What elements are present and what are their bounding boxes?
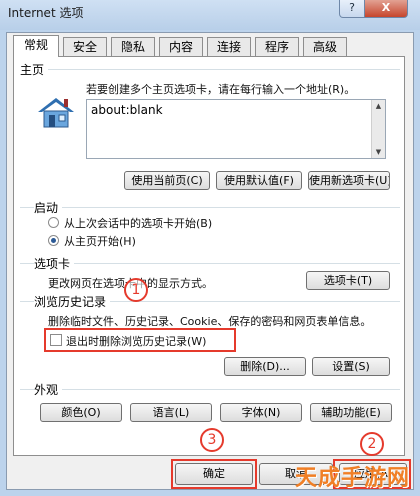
startup-last-session-radio[interactable] (48, 217, 59, 228)
tab-content[interactable]: 内容 (159, 37, 203, 57)
group-divider (20, 263, 400, 264)
help-button[interactable]: ? (339, 0, 365, 18)
tab-connections[interactable]: 连接 (207, 37, 251, 57)
site-watermark: 天成手游网 (294, 466, 410, 491)
close-button[interactable]: X (364, 0, 408, 18)
startup-homepage-label: 从主页开始(H) (64, 235, 136, 248)
title-bar: Internet 选项 ? X (0, 0, 420, 30)
tabs-settings-button[interactable]: 选项卡(T) (306, 271, 390, 290)
use-default-button[interactable]: 使用默认值(F) (216, 171, 302, 190)
startup-last-session-label: 从上次会话中的选项卡开始(B) (64, 217, 213, 230)
highlight-box-ok (171, 459, 257, 489)
delete-history-button[interactable]: 删除(D)... (224, 357, 306, 376)
tab-programs[interactable]: 程序 (255, 37, 299, 57)
group-divider (20, 389, 400, 390)
textarea-scrollbar[interactable]: ▲ ▼ (371, 100, 385, 158)
dialog-body: 常规 安全 隐私 内容 连接 程序 高级 主页 若要创建多个主页选项卡，请在每行… (6, 32, 414, 490)
history-settings-button[interactable]: 设置(S) (312, 357, 390, 376)
window-title: Internet 选项 (8, 6, 84, 20)
use-new-tab-button[interactable]: 使用新选项卡(U) (308, 171, 390, 190)
history-description: 删除临时文件、历史记录、Cookie、保存的密码和网页表单信息。 (48, 315, 372, 328)
appearance-group-title: 外观 (34, 381, 63, 398)
annotation-badge-3: 3 (200, 428, 224, 452)
home-icon (38, 98, 74, 128)
homepage-description: 若要创建多个主页选项卡，请在每行输入一个地址(R)。 (86, 83, 356, 96)
homepage-group-title: 主页 (20, 61, 49, 78)
scroll-up-icon[interactable]: ▲ (372, 100, 385, 112)
languages-button[interactable]: 语言(L) (130, 403, 212, 422)
fonts-button[interactable]: 字体(N) (220, 403, 302, 422)
tab-general[interactable]: 常规 (13, 35, 59, 57)
startup-homepage-radio[interactable] (48, 235, 59, 246)
group-divider (20, 207, 400, 208)
general-panel: 主页 若要创建多个主页选项卡，请在每行输入一个地址(R)。 about:blan… (13, 56, 405, 456)
accessibility-button[interactable]: 辅助功能(E) (310, 403, 392, 422)
tab-advanced[interactable]: 高级 (303, 37, 347, 57)
group-divider (20, 69, 400, 70)
use-current-page-button[interactable]: 使用当前页(C) (124, 171, 210, 190)
annotation-badge-1: 1 (124, 278, 148, 302)
history-group-title: 浏览历史记录 (34, 293, 111, 310)
tab-privacy[interactable]: 隐私 (111, 37, 155, 57)
tab-security[interactable]: 安全 (63, 37, 107, 57)
startup-group-title: 启动 (34, 199, 63, 216)
homepage-address-textarea[interactable]: about:blank ▲ ▼ (86, 99, 386, 159)
colors-button[interactable]: 颜色(O) (40, 403, 122, 422)
tabs-group-title: 选项卡 (34, 255, 75, 272)
scroll-down-icon[interactable]: ▼ (372, 146, 385, 158)
annotation-badge-2: 2 (360, 432, 384, 456)
homepage-address-value: about:blank (91, 103, 163, 117)
highlight-box-checkbox (44, 328, 236, 352)
